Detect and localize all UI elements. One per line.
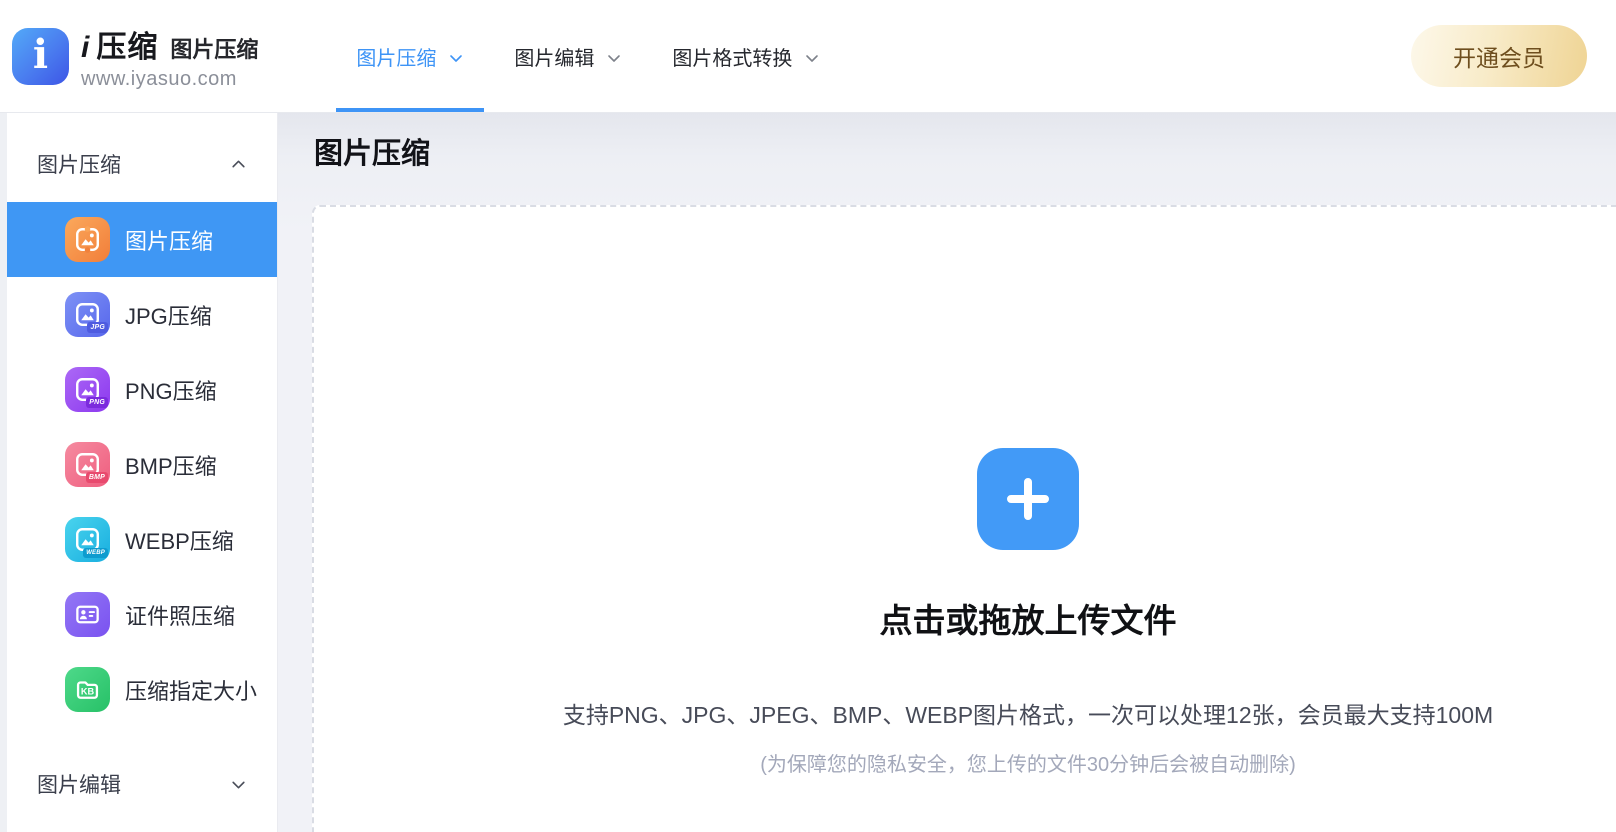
sidebar-item-image-compress[interactable]: 图片压缩 xyxy=(7,202,277,277)
upload-privacy-note: (为保障您的隐私安全，您上传的文件30分钟后会被自动删除) xyxy=(760,754,1296,776)
chevron-down-icon xyxy=(606,50,622,66)
sidebar-item-label: WEBP压缩 xyxy=(125,528,234,554)
brand-tagline: 图片压缩 xyxy=(170,36,259,62)
nav-tab-format-convert[interactable]: 图片格式转换 xyxy=(652,0,840,112)
sidebar-item-label: PNG压缩 xyxy=(125,378,217,404)
plus-icon xyxy=(1002,473,1054,525)
brand-name: 压缩 xyxy=(96,30,159,64)
content: 图片压缩 图片压缩 JPG JPG压缩 PNG PNG压缩 BMP BMP压缩 … xyxy=(0,112,1616,832)
main-nav: 图片压缩 图片编辑 图片格式转换 xyxy=(336,0,840,112)
section-label: 图片压缩 xyxy=(37,154,121,177)
sidebar-item-png-compress[interactable]: PNG PNG压缩 xyxy=(7,352,277,427)
section-label: 图片编辑 xyxy=(37,774,121,797)
upload-support-text: 支持PNG、JPG、JPEG、BMP、WEBP图片格式，一次可以处理12张，会员… xyxy=(562,702,1494,728)
logo[interactable]: i i 压缩 图片压缩 www.iyasuo.com xyxy=(12,22,258,91)
nav-tab-image-edit[interactable]: 图片编辑 xyxy=(494,0,642,112)
header: i i 压缩 图片压缩 www.iyasuo.com 图片压缩 图片编辑 图片格… xyxy=(0,0,1616,112)
compress-to-size-icon: KB xyxy=(65,667,110,712)
brand-text: i 压缩 图片压缩 www.iyasuo.com xyxy=(81,22,258,91)
sidebar-item-label: 证件照压缩 xyxy=(125,603,236,629)
upload-headline: 点击或拖放上传文件 xyxy=(879,602,1177,639)
sidebar-item-label: 图片压缩 xyxy=(125,228,214,254)
id-photo-compress-icon xyxy=(65,592,110,637)
nav-tab-label: 图片格式转换 xyxy=(672,47,793,70)
nav-tab-label: 图片压缩 xyxy=(356,47,437,70)
sidebar-section-image-compress[interactable]: 图片压缩 xyxy=(7,112,277,202)
logo-glyph: i xyxy=(32,30,49,78)
logo-icon: i xyxy=(12,27,69,85)
sidebar-item-compress-to-size[interactable]: KB 压缩指定大小 xyxy=(7,652,277,727)
sidebar-item-id-photo-compress[interactable]: 证件照压缩 xyxy=(7,577,277,652)
jpg-badge: JPG xyxy=(87,322,108,333)
nav-tab-label: 图片编辑 xyxy=(514,47,595,70)
sidebar-item-jpg-compress[interactable]: JPG JPG压缩 xyxy=(7,277,277,352)
chevron-up-icon xyxy=(230,156,247,173)
main-area: 图片压缩 点击或拖放上传文件 支持PNG、JPG、JPEG、BMP、WEBP图片… xyxy=(278,112,1616,832)
webp-badge: WEBP xyxy=(83,548,108,558)
chevron-down-icon xyxy=(804,50,820,66)
sidebar-section-image-edit[interactable]: 图片编辑 xyxy=(7,737,277,817)
app: i i 压缩 图片压缩 www.iyasuo.com 图片压缩 图片编辑 图片格… xyxy=(0,0,1616,832)
kb-badge: KB xyxy=(81,687,95,697)
jpg-compress-icon: JPG xyxy=(65,292,110,337)
brand-domain: www.iyasuo.com xyxy=(81,67,237,90)
chevron-down-icon xyxy=(230,776,247,793)
left-gutter xyxy=(0,112,7,832)
open-vip-button[interactable]: 开通会员 xyxy=(1411,25,1587,87)
sidebar-item-label: BMP压缩 xyxy=(125,453,217,479)
image-compress-icon xyxy=(65,217,110,262)
sidebar-item-bmp-compress[interactable]: BMP BMP压缩 xyxy=(7,427,277,502)
add-files-button[interactable] xyxy=(977,448,1079,550)
bmp-compress-icon: BMP xyxy=(65,442,110,487)
nav-tab-image-compress[interactable]: 图片压缩 xyxy=(336,0,485,112)
png-badge: PNG xyxy=(86,397,108,408)
webp-compress-icon: WEBP xyxy=(65,517,110,562)
chevron-down-icon xyxy=(448,50,464,66)
sidebar-item-label: 压缩指定大小 xyxy=(125,678,258,704)
sidebar-item-webp-compress[interactable]: WEBP WEBP压缩 xyxy=(7,502,277,577)
sidebar-item-label: JPG压缩 xyxy=(125,303,212,329)
png-compress-icon: PNG xyxy=(65,367,110,412)
page-title: 图片压缩 xyxy=(314,138,431,170)
bmp-badge: BMP xyxy=(85,472,108,483)
brand-prefix: i xyxy=(81,30,90,64)
sidebar: 图片压缩 图片压缩 JPG JPG压缩 PNG PNG压缩 BMP BMP压缩 … xyxy=(7,112,278,832)
upload-dropzone[interactable]: 点击或拖放上传文件 支持PNG、JPG、JPEG、BMP、WEBP图片格式，一次… xyxy=(312,205,1616,832)
